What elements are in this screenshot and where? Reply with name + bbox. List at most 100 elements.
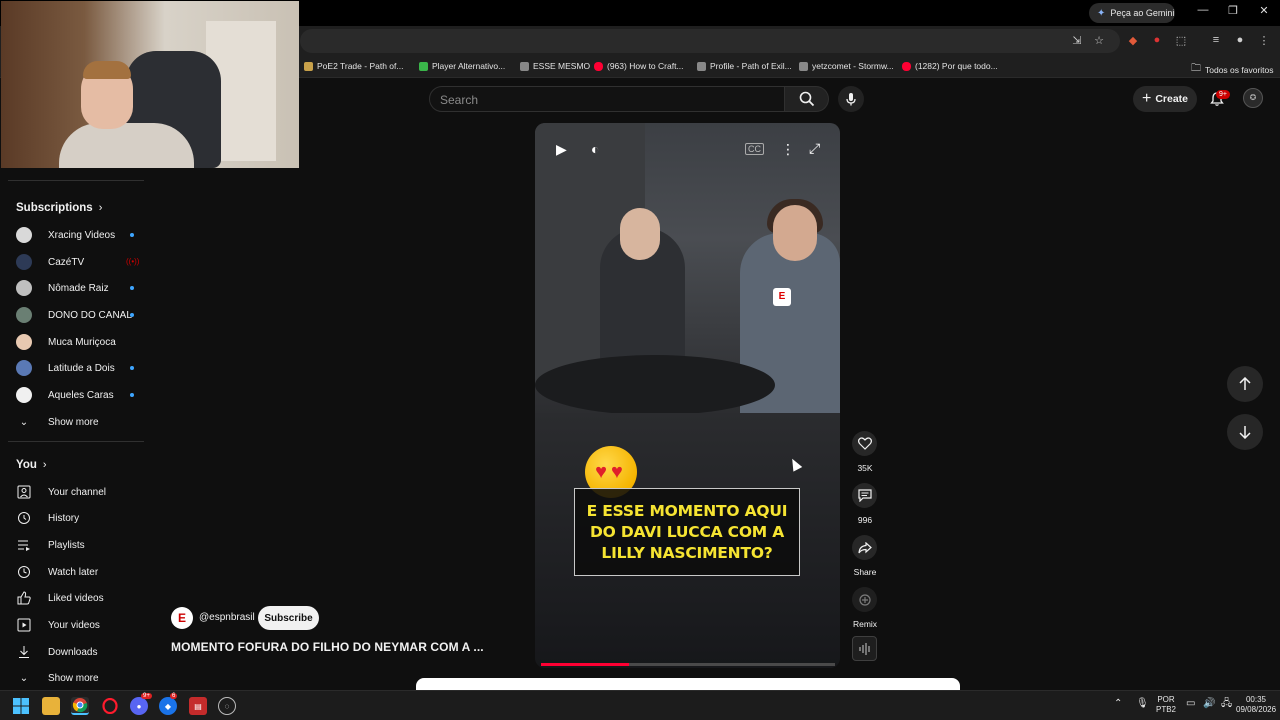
show-more-you[interactable]: ⌄ Show more <box>16 667 146 689</box>
gemini-button[interactable]: ✦ Peça ao Gemini <box>1089 3 1175 23</box>
close-icon[interactable]: ✕ <box>1254 4 1274 17</box>
channel-avatar <box>16 227 32 243</box>
microphone-tray-icon[interactable]: 🎙 <box>1136 699 1149 709</box>
sound-button[interactable] <box>852 636 877 661</box>
captions-icon[interactable]: CC <box>745 143 764 155</box>
sidebar-item-your-channel[interactable]: Your channel <box>16 481 146 503</box>
bookmark-favicon-icon <box>419 61 428 71</box>
subscriptions-title: Subscriptions <box>16 202 93 214</box>
tray-expand-icon[interactable]: ⌃ <box>1114 699 1122 709</box>
bookmark-item[interactable]: Profile - Path of Exil... <box>697 61 792 71</box>
bookmark-item[interactable]: ESSE MESMO <box>520 61 590 71</box>
bookmark-label: ESSE MESMO <box>533 61 591 71</box>
share-button[interactable] <box>852 535 877 560</box>
sidebar-item-playlists[interactable]: Playlists <box>16 534 146 556</box>
obs-app-icon[interactable]: ▤ <box>189 697 207 715</box>
restore-icon[interactable]: ❐ <box>1223 4 1243 17</box>
sidebar-item-subscription[interactable]: CazéTV ((•)) <box>16 251 146 273</box>
channel-name: Latitude a Dois <box>48 362 115 374</box>
sidebar-item-subscription[interactable]: Latitude a Dois <box>16 357 146 379</box>
channel-avatar[interactable]: E <box>171 607 193 629</box>
network-tray-icon[interactable]: 🖧 <box>1221 699 1232 709</box>
bookmark-item[interactable]: PoE2 Trade - Path of... <box>304 61 403 71</box>
channel-handle[interactable]: @espnbrasil <box>199 612 255 623</box>
channel-name: Xracing Videos <box>48 229 116 241</box>
play-square-icon <box>16 617 32 633</box>
language-indicator[interactable]: POR PTB2 <box>1156 695 1176 715</box>
sidebar-item-label: Playlists <box>48 539 85 551</box>
install-app-icon[interactable]: ⇲ <box>1069 34 1085 47</box>
all-bookmarks-button[interactable]: 🗀 Todos os favoritos <box>1191 61 1274 78</box>
volume-icon[interactable]: ◐ <box>591 141 599 157</box>
create-label: Create <box>1155 93 1189 105</box>
sidebar-item-your-videos[interactable]: Your videos <box>16 614 146 636</box>
sidebar-item-subscription[interactable]: Nômade Raiz <box>16 277 146 299</box>
more-options-icon[interactable]: ⋮ <box>781 141 795 158</box>
sidebar-item-watch-later[interactable]: Watch later <box>16 561 146 583</box>
sidebar-item-subscription[interactable]: Xracing Videos <box>16 224 146 246</box>
app-icon[interactable]: ◆ <box>159 697 177 715</box>
remix-button[interactable] <box>852 587 877 612</box>
sidebar-item-downloads[interactable]: Downloads <box>16 641 146 663</box>
you-heading[interactable]: You › <box>16 459 47 471</box>
bookmark-item[interactable]: Player Alternativo... <box>419 61 505 71</box>
subscribe-button[interactable]: Subscribe <box>258 606 319 630</box>
sidebar-item-history[interactable]: History <box>16 507 146 529</box>
next-short-button[interactable] <box>1227 414 1263 450</box>
caption-line: LILLY NASCIMENTO? <box>601 543 773 562</box>
bookmark-item[interactable]: (1282) Por que todo... <box>902 61 998 71</box>
comment-icon <box>857 489 872 502</box>
fullscreen-icon[interactable]: ⤢ <box>809 140 820 157</box>
subscriptions-heading[interactable]: Subscriptions › <box>16 202 102 214</box>
voice-search-button[interactable] <box>838 86 864 112</box>
volume-tray-icon[interactable]: 🔊 <box>1203 699 1215 709</box>
webcam-person-hair <box>83 61 131 79</box>
bookmark-star-icon[interactable]: ☆ <box>1091 34 1107 47</box>
chrome-icon[interactable] <box>71 697 89 715</box>
person-square-icon <box>16 484 32 500</box>
windows-taskbar: ● 9+ ◆ 6 ▤ ◌ ⌃ 🎙 POR PTB2 ▭ 🔊 🖧 00:35 09/0… <box>0 690 1280 720</box>
windows-start-icon[interactable] <box>12 697 30 715</box>
bookmark-item[interactable]: yetzcomet - Stormw... <box>799 61 894 71</box>
clock[interactable]: 00:35 09/08/2026 <box>1236 695 1276 715</box>
bookmark-favicon-icon <box>902 61 911 71</box>
bookmark-favicon-icon <box>697 61 706 71</box>
minimize-icon[interactable]: — <box>1193 4 1213 16</box>
recording-app-icon[interactable]: ◌ <box>218 697 236 715</box>
video-title[interactable]: MOMENTO FOFURA DO FILHO DO NEYMAR COM A … <box>171 640 484 654</box>
profile-icon[interactable]: ● <box>1232 34 1248 46</box>
previous-short-button[interactable] <box>1227 366 1263 402</box>
show-more-subscriptions[interactable]: ⌄ Show more <box>16 411 146 433</box>
shorts-video-player[interactable]: E <box>535 123 840 668</box>
address-bar[interactable] <box>300 29 1120 53</box>
comments-button[interactable] <box>852 483 877 508</box>
create-button[interactable]: + Create <box>1133 86 1197 112</box>
search-button[interactable] <box>785 86 829 112</box>
live-icon: ((•)) <box>126 257 140 266</box>
file-explorer-icon[interactable] <box>42 697 60 715</box>
sidebar-item-liked-videos[interactable]: Liked videos <box>16 587 146 609</box>
extension-badge-icon[interactable]: ● <box>1149 34 1165 46</box>
search-input[interactable]: Search <box>429 86 785 112</box>
extension-icon[interactable]: ◆ <box>1125 34 1141 47</box>
share-arrow-icon <box>857 541 872 553</box>
channel-avatar <box>16 254 32 270</box>
video-progress-bar[interactable] <box>541 663 835 666</box>
discord-icon[interactable]: ● <box>130 697 148 715</box>
folder-icon: 🗀 <box>1191 63 1201 74</box>
new-content-dot <box>130 366 134 370</box>
play-icon[interactable]: ▶ <box>556 141 567 158</box>
sidebar-item-subscription[interactable]: Muca Muriçoca <box>16 331 146 353</box>
channel-name: Aqueles Caras <box>48 389 114 401</box>
account-avatar[interactable]: ✪ <box>1243 88 1263 108</box>
sidebar-item-subscription[interactable]: Aqueles Caras <box>16 384 146 406</box>
media-controls-icon[interactable]: ≡ <box>1208 34 1224 46</box>
bookmark-item[interactable]: (963) How to Craft... <box>594 61 684 71</box>
display-tray-icon[interactable]: ▭ <box>1186 699 1195 709</box>
like-button[interactable] <box>852 431 877 456</box>
remix-label: Remix <box>852 619 878 629</box>
menu-kebab-icon[interactable]: ⋮ <box>1256 34 1272 47</box>
opera-icon[interactable] <box>101 697 119 715</box>
sidebar-item-subscription[interactable]: DONO DO CANAL <box>16 304 146 326</box>
extensions-puzzle-icon[interactable]: ⬚ <box>1173 34 1189 47</box>
